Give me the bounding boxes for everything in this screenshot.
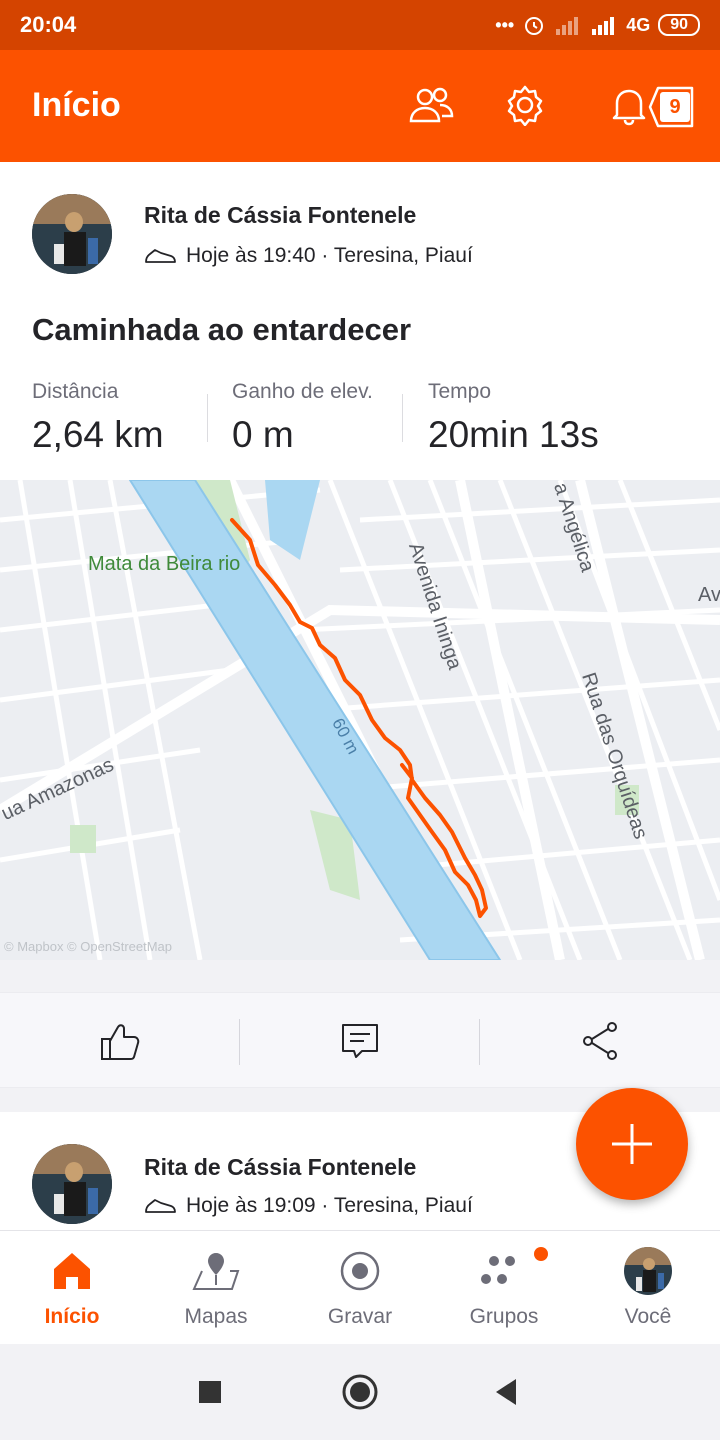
activity-meta-text: Hoje às 19:09 · Teresina, Piauí	[186, 1194, 473, 1217]
map-attribution[interactable]: © Mapbox © OpenStreetMap	[4, 939, 172, 954]
map-pin-icon	[192, 1247, 240, 1295]
status-time: 20:04	[20, 12, 77, 37]
shoe-icon	[145, 249, 176, 263]
avatar-photo	[32, 1144, 112, 1224]
activity-meta: Hoje às 19:09 · Teresina, Piauí	[144, 1194, 473, 1218]
avatar-photo	[32, 194, 112, 274]
recents-button[interactable]	[186, 1368, 234, 1416]
system-navigation-bar	[0, 1344, 720, 1440]
kudos-button[interactable]	[96, 1017, 144, 1065]
signal-icon	[592, 17, 615, 35]
more-dots-icon: •••	[495, 14, 515, 35]
add-activity-button[interactable]	[576, 1088, 688, 1200]
author-name[interactable]: Rita de Cássia Fontenele	[144, 1154, 416, 1181]
gear-icon	[507, 85, 543, 126]
activity-actions	[0, 992, 720, 1088]
tab-label: Gravar	[327, 1305, 393, 1328]
notification-dot	[534, 1247, 548, 1261]
tab-inicio[interactable]: Início	[0, 1247, 144, 1329]
triangle-back-icon	[496, 1379, 516, 1405]
home-button[interactable]	[336, 1368, 384, 1416]
groups-icon	[480, 1247, 528, 1295]
plus-icon	[612, 1124, 652, 1164]
find-friends-button[interactable]	[406, 80, 456, 130]
stat-elevation: Ganho de elev. 0 m	[232, 380, 373, 456]
map-label-park: Mata da Beira rio	[88, 553, 241, 575]
battery-indicator: 90	[658, 14, 700, 36]
tab-gravar[interactable]: Gravar	[288, 1247, 432, 1329]
tab-label: Mapas	[184, 1305, 248, 1328]
comment-icon	[342, 1024, 378, 1058]
stat-label: Ganho de elev.	[232, 380, 373, 403]
stat-value: 20min 13s	[428, 414, 599, 455]
activity-map[interactable]: Mata da Beira rio Avenida Ininga a Angél…	[0, 480, 720, 960]
alarm-icon	[525, 17, 544, 35]
record-icon	[336, 1247, 384, 1295]
status-icons: ••• 4G 90	[495, 10, 700, 40]
tab-label: Grupos	[469, 1305, 539, 1328]
network-type: 4G	[626, 14, 651, 35]
author-name[interactable]: Rita de Cássia Fontenele	[144, 202, 416, 229]
tab-grupos[interactable]: Grupos	[432, 1247, 576, 1329]
activity-title[interactable]: Caminhada ao entardecer	[32, 312, 411, 348]
settings-button[interactable]	[500, 80, 550, 130]
tab-mapas[interactable]: Mapas	[144, 1247, 288, 1329]
stat-value: 0 m	[232, 414, 294, 455]
thumbs-up-icon	[101, 1024, 140, 1060]
app-bar: Início 9	[0, 50, 720, 162]
stat-label: Tempo	[428, 380, 492, 403]
stat-label: Distância	[32, 380, 119, 403]
tab-label: Você	[624, 1305, 672, 1328]
avatar[interactable]	[32, 1144, 112, 1224]
square-icon	[199, 1381, 221, 1403]
shoe-icon	[145, 1199, 176, 1213]
circle-icon	[342, 1374, 378, 1410]
bottom-tab-bar: Início Mapas Gravar Grupos Você	[0, 1230, 720, 1344]
bell-icon	[612, 89, 646, 126]
share-button[interactable]	[576, 1017, 624, 1065]
stat-divider	[207, 394, 208, 442]
activity-meta: Hoje às 19:40 · Teresina, Piauí	[144, 244, 473, 268]
comment-button[interactable]	[336, 1017, 384, 1065]
action-divider	[239, 1019, 240, 1065]
stat-time: Tempo 20min 13s	[428, 380, 599, 456]
notification-count-badge: 9	[660, 92, 690, 122]
activity-meta-text: Hoje às 19:40 · Teresina, Piauí	[186, 244, 473, 267]
stat-distance: Distância 2,64 km	[32, 380, 164, 456]
profile-avatar	[624, 1247, 672, 1295]
notifications-button[interactable]	[604, 80, 654, 130]
map-label-edge: Av	[698, 584, 720, 606]
avatar[interactable]	[32, 194, 112, 274]
action-divider	[479, 1019, 480, 1065]
share-icon	[583, 1022, 617, 1060]
status-bar: 20:04 ••• 4G 90	[0, 0, 720, 50]
signal-weak-icon	[556, 17, 579, 35]
people-icon	[409, 87, 454, 123]
home-icon	[48, 1247, 96, 1295]
stat-divider	[402, 394, 403, 442]
back-button[interactable]	[482, 1368, 530, 1416]
tab-voce[interactable]: Você	[576, 1247, 720, 1329]
page-title: Início	[32, 86, 121, 124]
stat-value: 2,64 km	[32, 414, 164, 455]
tab-label: Início	[44, 1305, 100, 1328]
